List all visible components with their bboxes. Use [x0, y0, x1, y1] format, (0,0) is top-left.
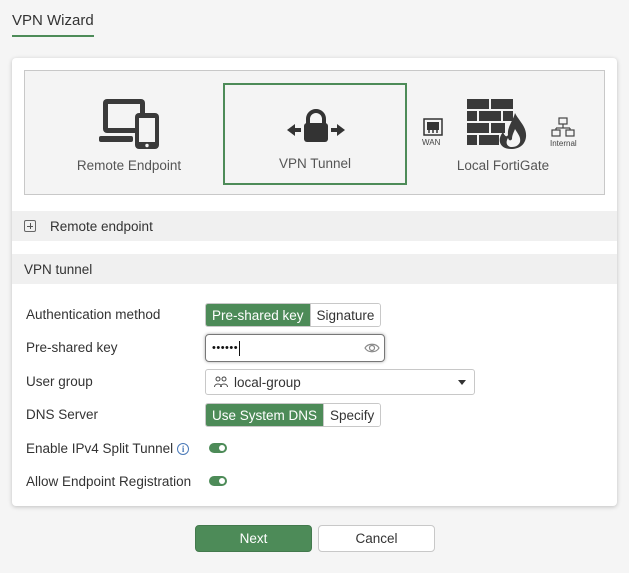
auth-method-label: Authentication method — [26, 307, 161, 322]
psk-masked-value: •••••• — [212, 342, 239, 354]
local-fortigate-label: Local FortiGate — [456, 158, 550, 173]
user-group-label: User group — [26, 374, 93, 389]
chevron-down-icon — [458, 380, 466, 385]
auth-method-toggle: Pre-shared key Signature — [205, 303, 382, 327]
show-password-eye-icon[interactable] — [364, 341, 380, 355]
remote-endpoint-section-label: Remote endpoint — [50, 218, 153, 234]
remote-endpoint-section[interactable]: Remote endpoint — [12, 211, 617, 241]
remote-endpoint-box[interactable]: Remote Endpoint — [37, 83, 221, 185]
split-tunnel-label-text: Enable IPv4 Split Tunnel — [26, 441, 174, 456]
cancel-button[interactable]: Cancel — [318, 525, 435, 552]
wizard-title-tab[interactable]: VPN Wizard — [12, 12, 94, 37]
topology-diagram: Remote Endpoint VPN Tunnel WAN Local For… — [24, 70, 605, 195]
remote-endpoint-label: Remote Endpoint — [76, 158, 182, 173]
internal-network-icon — [551, 117, 575, 137]
expand-icon[interactable] — [24, 220, 36, 232]
vpn-tunnel-section-label: VPN tunnel — [24, 261, 93, 277]
endpoint-registration-toggle[interactable] — [209, 476, 227, 486]
psk-input[interactable]: •••••• — [205, 334, 385, 362]
internal-label: Internal — [550, 139, 577, 148]
dns-server-label: DNS Server — [26, 407, 99, 422]
wan-label: WAN — [422, 138, 441, 147]
dns-specify-option[interactable]: Specify — [323, 404, 381, 426]
user-group-value: local-group — [234, 374, 301, 390]
vpn-tunnel-section-header: VPN tunnel — [12, 254, 617, 284]
vpn-tunnel-label: VPN Tunnel — [278, 156, 352, 171]
wizard-card: Remote Endpoint VPN Tunnel WAN Local For… — [12, 58, 617, 506]
auth-preshared-key-option[interactable]: Pre-shared key — [206, 304, 310, 326]
auth-signature-option[interactable]: Signature — [309, 304, 381, 326]
devices-icon — [99, 99, 159, 149]
lock-tunnel-icon — [287, 109, 345, 142]
user-group-select[interactable]: local-group — [205, 369, 475, 395]
local-fortigate-box[interactable]: WAN Local FortiGate Internal — [411, 83, 595, 185]
text-cursor — [239, 340, 241, 356]
dns-use-system-option[interactable]: Use System DNS — [206, 404, 324, 426]
split-tunnel-label: Enable IPv4 Split Tunnel i — [26, 441, 190, 456]
info-icon[interactable]: i — [177, 443, 190, 455]
next-button[interactable]: Next — [195, 525, 312, 552]
wan-port-icon — [423, 118, 443, 136]
endpoint-registration-label: Allow Endpoint Registration — [26, 474, 192, 489]
dns-server-toggle: Use System DNS Specify — [205, 403, 382, 427]
firewall-icon — [467, 99, 527, 149]
user-group-icon — [214, 376, 228, 388]
vpn-tunnel-box[interactable]: VPN Tunnel — [223, 83, 407, 185]
psk-label: Pre-shared key — [26, 340, 118, 355]
split-tunnel-toggle[interactable] — [209, 443, 227, 453]
